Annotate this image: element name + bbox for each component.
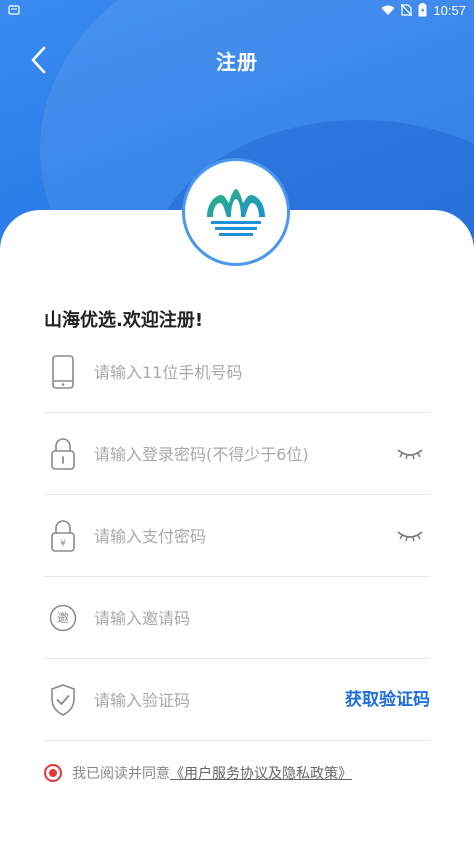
invite-icon-text: 邀 xyxy=(56,611,69,625)
logo xyxy=(182,158,290,266)
chevron-left-icon xyxy=(31,46,46,74)
yen-lock-icon: ¥ xyxy=(48,517,78,555)
battery-icon xyxy=(418,3,427,17)
page-title: 注册 xyxy=(216,49,258,74)
status-bar: 10:57 xyxy=(0,0,474,20)
phone-icon xyxy=(48,353,78,391)
notification-icon xyxy=(8,5,20,15)
pay-password-input[interactable] xyxy=(94,521,374,551)
welcome-text: 山海优选.欢迎注册! xyxy=(44,310,204,331)
toggle-pay-password-visibility[interactable] xyxy=(396,525,424,545)
verify-row: 获取验证码 xyxy=(44,659,430,741)
agreement-prefix: 我已阅读并同意 xyxy=(72,766,170,782)
phone-row xyxy=(44,331,430,413)
agreement-radio-dot xyxy=(49,769,57,777)
pay-password-row: ¥ xyxy=(44,495,430,577)
shanhai-logo-icon xyxy=(207,189,265,236)
status-time: 10:57 xyxy=(433,2,466,18)
eye-closed-icon xyxy=(397,531,423,542)
wifi-icon xyxy=(381,5,395,15)
invite-icon: 邀 xyxy=(48,599,78,637)
invite-row: 邀 xyxy=(44,577,430,659)
logo-inner xyxy=(188,164,284,260)
phone-input[interactable] xyxy=(94,357,374,387)
invite-code-input[interactable] xyxy=(94,603,374,633)
login-password-row xyxy=(44,413,430,495)
get-verify-code-button[interactable]: 获取验证码 xyxy=(345,685,430,715)
no-sim-icon xyxy=(401,4,413,16)
eye-closed-icon xyxy=(397,449,423,460)
status-right: 10:57 xyxy=(381,3,466,18)
agreement-radio[interactable] xyxy=(44,764,62,782)
lock-icon xyxy=(48,435,78,473)
svg-text:¥: ¥ xyxy=(60,539,66,549)
nav-bar: 注册 xyxy=(0,40,474,80)
shield-check-icon xyxy=(48,681,78,719)
back-button[interactable] xyxy=(22,44,54,76)
verify-code-input[interactable] xyxy=(94,685,324,715)
status-left xyxy=(8,5,20,15)
policy-link[interactable]: 《用户服务协议及隐私政策》 xyxy=(170,763,352,783)
agreement: 我已阅读并同意 《用户服务协议及隐私政策》 xyxy=(44,760,352,786)
login-password-input[interactable] xyxy=(94,439,374,469)
toggle-login-password-visibility[interactable] xyxy=(396,443,424,463)
